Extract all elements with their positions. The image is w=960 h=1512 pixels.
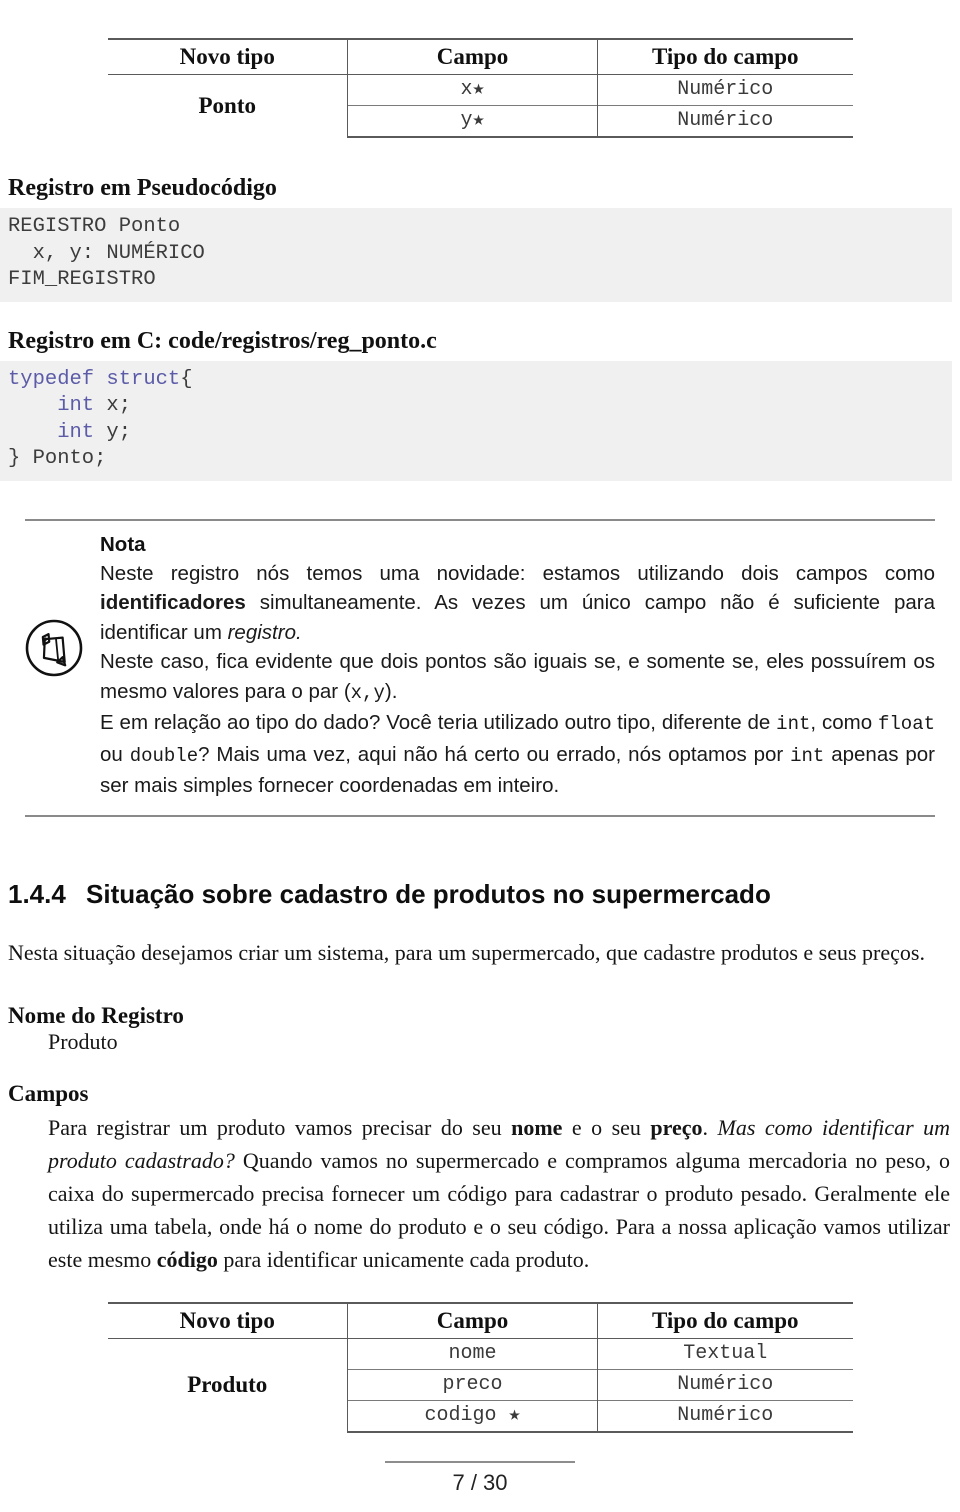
th-novo-tipo: Novo tipo [107, 1301, 348, 1339]
th-campo: Campo [347, 38, 598, 75]
note-p1-a: Neste registro nós temos uma novidade: e… [100, 561, 935, 585]
pseudocode-section: Registro em Pseudocódigo REGISTRO Ponto … [0, 175, 960, 302]
note-p3-mono-float: float [877, 713, 935, 735]
campos-p-bold-preco: preço [650, 1114, 703, 1140]
note-p1-italic: registro. [227, 620, 302, 644]
table-row: Produto nome Textual [108, 1338, 853, 1397]
page-footer: 7 / 30 [0, 1461, 960, 1512]
campos-paragraph: Para registrar um produto vamos precisar… [0, 1111, 960, 1276]
note-p2-a: Neste caso, fica evidente que dois ponto… [100, 650, 935, 703]
cell-tipo: Numérico [597, 1368, 853, 1400]
document-page: Novo tipo Campo Tipo do campo Ponto x★ N… [0, 0, 960, 1512]
campos-p-bold-nome: nome [511, 1114, 563, 1140]
cell-campo: nome [347, 1338, 598, 1369]
table-row: Ponto x★ Numérico [108, 74, 853, 118]
cell-type-name: Produto [187, 1372, 268, 1397]
code-plain: y; [94, 420, 132, 444]
th-campo: Campo [347, 1301, 598, 1339]
section-intro-paragraph: Nesta situação desejamos criar um sistem… [8, 939, 925, 965]
note-box-wrapper: Nota Neste registro nós temos uma novida… [0, 518, 960, 817]
code-keyword: int [8, 394, 95, 417]
note-box: Nota Neste registro nós temos uma novida… [23, 518, 935, 817]
code-keyword: typedef struct [8, 367, 181, 391]
code-keyword: int [8, 420, 95, 444]
code-plain: { [180, 367, 193, 391]
c-code-section: Registro em C: code/registros/reg_ponto.… [0, 328, 960, 481]
table-header-row: Novo tipo Campo Tipo do campo [107, 1301, 853, 1339]
th-novo-tipo: Novo tipo [107, 38, 348, 75]
table-produto-wrapper: Novo tipo Campo Tipo do campo Produto no… [0, 1301, 960, 1433]
th-tipo-do-campo: Tipo do campo [597, 38, 853, 75]
campos-p-e: para identificar unicamente cada produto… [217, 1246, 590, 1272]
campos-p-c: . [702, 1114, 718, 1140]
code-plain: } Ponto; [8, 447, 107, 470]
note-p3-a: E em relação ao tipo do dado? Você teria… [100, 711, 777, 734]
note-p1-bold: identificadores [100, 591, 246, 614]
cell-campo: x★ [347, 74, 598, 106]
campos-label: Campos [8, 1080, 89, 1106]
nome-do-registro-label: Nome do Registro [8, 1002, 184, 1028]
campos-p-b: e o seu [562, 1114, 651, 1140]
section-title: Situação sobre cadastro de produtos no s… [86, 878, 771, 909]
th-tipo-do-campo: Tipo do campo [597, 1301, 853, 1339]
section-heading: 1.4.4 Situação sobre cadastro de produto… [0, 879, 960, 910]
note-p3-mono-double: double [129, 744, 199, 767]
nome-do-registro-block: Nome do Registro Produto [0, 1003, 960, 1055]
note-p3-mono-int-2: int [790, 744, 825, 767]
c-code-heading: Registro em C: code/registros/reg_ponto.… [8, 327, 437, 354]
section-number: 1.4.4 [8, 878, 66, 909]
c-code-block: typedef struct{ int x; int y; } Ponto; [0, 360, 952, 481]
cell-tipo: Numérico [597, 105, 853, 138]
cell-type-name: Ponto [198, 93, 257, 118]
note-paragraph-1: Neste registro nós temos uma novidade: e… [100, 559, 935, 648]
cell-tipo: Numérico [597, 74, 853, 106]
campos-p-a: Para registrar um produto vamos precisar… [48, 1114, 512, 1140]
cell-campo: y★ [347, 105, 598, 138]
note-paragraph-2: Neste caso, fica evidente que dois ponto… [100, 647, 935, 708]
pseudocode-block: REGISTRO Ponto x, y: NUMÉRICO FIM_REGIST… [0, 208, 952, 302]
note-title: Nota [100, 532, 146, 556]
table-produto: Novo tipo Campo Tipo do campo Produto no… [107, 1301, 853, 1433]
cell-campo: preco [347, 1368, 598, 1400]
pseudocode-heading: Registro em Pseudocódigo [8, 175, 277, 201]
cell-tipo: Textual [597, 1338, 853, 1369]
campos-block: Campos Para registrar um produto vamos p… [0, 1081, 960, 1276]
section-1-4-4: 1.4.4 Situação sobre cadastro de produto… [0, 879, 960, 969]
note-content: Nota Neste registro nós temos uma novida… [100, 531, 935, 801]
table-ponto-wrapper: Novo tipo Campo Tipo do campo Ponto x★ N… [0, 0, 960, 138]
note-p3-mono-int-1: int [776, 713, 811, 735]
cell-tipo: Numérico [597, 1399, 853, 1433]
nome-do-registro-value: Produto [48, 1028, 118, 1054]
pencil-in-circle-icon [23, 617, 85, 679]
footer-page-number: 7 / 30 [452, 1470, 508, 1495]
note-paragraph-3: E em relação ao tipo do dado? Você teria… [100, 708, 935, 801]
table-ponto: Novo tipo Campo Tipo do campo Ponto x★ N… [107, 38, 853, 138]
note-p3-c: ou [100, 742, 130, 766]
note-p2-b: ). [384, 679, 398, 703]
code-plain: x; [94, 394, 132, 417]
note-p3-d: ? Mais uma vez, aqui não há certo ou err… [198, 742, 791, 766]
campos-p-bold-codigo: código [156, 1246, 218, 1272]
note-p2-mono: x,y [350, 681, 385, 704]
note-p3-b: , como [810, 711, 878, 734]
table-header-row: Novo tipo Campo Tipo do campo [107, 38, 853, 75]
cell-campo: codigo ★ [347, 1399, 598, 1433]
